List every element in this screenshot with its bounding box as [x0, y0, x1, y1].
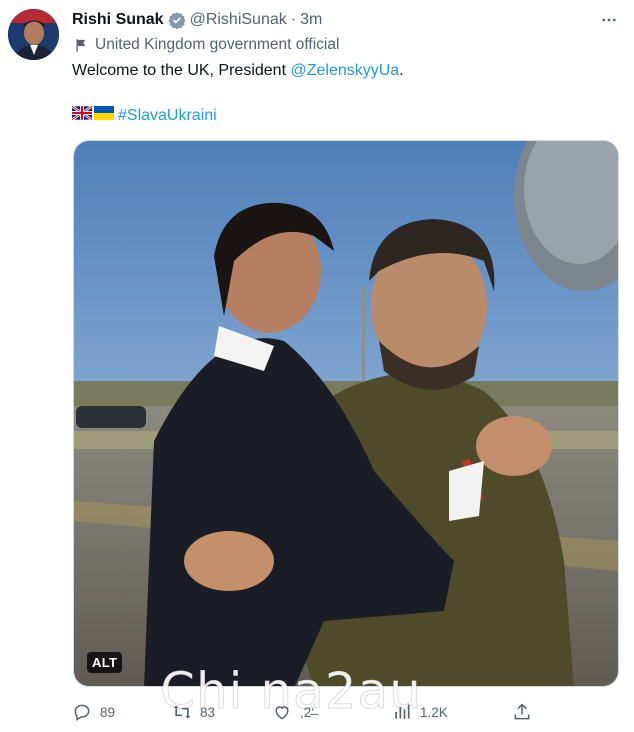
verified-badge-icon — [167, 11, 186, 29]
tweet: Rishi Sunak @RishiSunak · 3m United King… — [0, 0, 634, 732]
author-name[interactable]: Rishi Sunak — [72, 11, 164, 29]
tweet-actions: 89 83 ,2‘̶ 1.2K — [72, 700, 542, 724]
tweet-timestamp[interactable]: 3m — [300, 11, 322, 29]
uk-flag-icon — [71, 105, 93, 125]
views-count: 1.2K — [420, 704, 448, 720]
tweet-text: Welcome to the UK, President @ZelenskyyU… — [72, 62, 404, 80]
like-count: ,2‘̶ — [300, 704, 315, 720]
share-icon — [514, 703, 530, 720]
hashtag-link[interactable]: #SlavaUkraini — [118, 107, 217, 125]
separator-dot: · — [290, 11, 297, 28]
views-icon — [395, 704, 410, 719]
tweet-text-prefix: Welcome to the UK, President — [72, 62, 291, 79]
reply-count: 89 — [100, 704, 116, 720]
retweet-count: 83 — [200, 704, 216, 720]
ukraine-flag-icon — [94, 106, 114, 125]
tweet-hashtag-line: #SlavaUkraini — [71, 105, 217, 125]
avatar[interactable] — [8, 9, 59, 60]
government-flag-icon — [76, 38, 86, 52]
reply-icon — [74, 704, 90, 721]
like-button[interactable]: ,2‘̶ — [272, 702, 314, 722]
tweet-photo[interactable] — [73, 140, 619, 687]
author-handle[interactable]: @RishiSunak — [190, 11, 287, 29]
retweet-icon — [173, 705, 191, 719]
alt-text-badge[interactable]: ALT — [87, 652, 123, 673]
more-options-icon[interactable] — [598, 9, 620, 31]
mention-link[interactable]: @ZelenskyyUa — [290, 62, 399, 79]
reply-button[interactable]: 89 — [72, 702, 115, 722]
government-label[interactable]: United Kingdom government official — [74, 36, 339, 54]
government-label-text: United Kingdom government official — [95, 36, 340, 53]
tweet-text-suffix: . — [399, 62, 404, 79]
like-icon — [275, 706, 289, 720]
retweet-button[interactable]: 83 — [172, 702, 215, 722]
tweet-header: Rishi Sunak @RishiSunak · 3m — [72, 8, 634, 32]
share-button[interactable] — [512, 702, 540, 722]
views-button[interactable]: 1.2K — [392, 702, 448, 722]
